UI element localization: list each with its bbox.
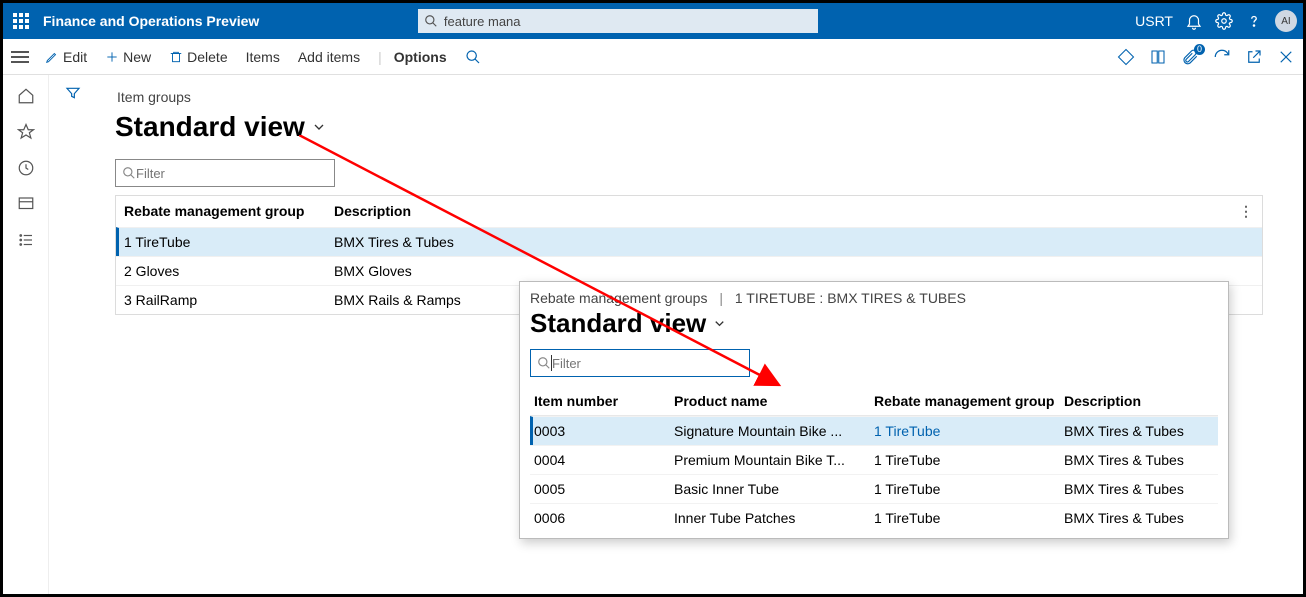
plus-icon [105,50,119,64]
cell-item: 0004 [534,452,674,468]
bell-icon[interactable] [1185,12,1203,30]
cell-group: 1 TireTube [124,234,334,250]
close-icon[interactable] [1277,48,1295,66]
options-button[interactable]: Options [394,49,447,65]
home-icon[interactable] [17,87,35,105]
crumb-parent[interactable]: Rebate management groups [530,290,707,306]
attachments-button[interactable]: 0 [1181,48,1199,66]
cell-item: 0003 [534,423,674,439]
new-button[interactable]: New [105,49,151,65]
crumb-sep: | [719,290,723,306]
modules-icon[interactable] [17,231,35,249]
cell-product: Signature Mountain Bike ... [674,423,874,439]
chevron-down-icon [311,119,327,135]
cell-group: 3 RailRamp [124,292,334,308]
workspace-icon[interactable] [17,195,35,213]
clock-icon[interactable] [17,159,35,177]
cell-product: Inner Tube Patches [674,510,874,526]
table-row[interactable]: 0003Signature Mountain Bike ...1 TireTub… [530,416,1218,445]
items-detail-popup: Rebate management groups | 1 TIRETUBE : … [519,281,1229,539]
cell-product: Basic Inner Tube [674,481,874,497]
grid-filter[interactable] [115,159,335,187]
edit-button[interactable]: Edit [45,49,87,65]
left-nav-rail [3,75,49,594]
popup-filter[interactable] [530,349,750,377]
col-group[interactable]: Rebate management group [124,203,334,220]
search-icon [122,166,136,180]
col-group[interactable]: Rebate management group [874,393,1064,409]
popup-filter-input[interactable] [552,356,743,371]
cell-desc: BMX Tires & Tubes [1064,510,1214,526]
divider: | [378,49,382,65]
cell-desc: BMX Gloves [334,263,1254,279]
search-icon [537,356,551,370]
global-search-input[interactable] [444,14,818,29]
items-button[interactable]: Items [246,49,280,65]
table-row[interactable]: 1 TireTubeBMX Tires & Tubes [116,227,1262,256]
col-item[interactable]: Item number [534,393,674,409]
cell-desc: BMX Tires & Tubes [334,234,1254,250]
diamond-icon[interactable] [1117,48,1135,66]
star-icon[interactable] [17,123,35,141]
grid-filter-input[interactable] [136,166,328,181]
app-launcher-icon[interactable] [9,9,33,33]
popup-view-name: Standard view [530,308,706,339]
cell-desc: BMX Tires & Tubes [1064,481,1214,497]
gear-icon[interactable] [1215,12,1233,30]
app-title: Finance and Operations Preview [43,13,259,29]
col-desc[interactable]: Description [334,203,1228,220]
global-header: Finance and Operations Preview USRT AI [3,3,1303,39]
table-row[interactable]: 0005Basic Inner Tube1 TireTubeBMX Tires … [530,474,1218,503]
refresh-icon[interactable] [1213,48,1231,66]
delete-button[interactable]: Delete [169,49,227,65]
chevron-down-icon [712,316,727,331]
cell-group: 1 TireTube [874,452,1064,468]
cell-item: 0006 [534,510,674,526]
table-row[interactable]: 0004Premium Mountain Bike T...1 TireTube… [530,445,1218,474]
pencil-icon [45,50,59,64]
table-row[interactable]: 0006Inner Tube Patches1 TireTubeBMX Tire… [530,503,1218,532]
search-icon [424,14,438,28]
nav-toggle-icon[interactable] [11,51,29,63]
cell-item: 0005 [534,481,674,497]
breadcrumb: Rebate management groups | 1 TIRETUBE : … [530,290,1218,306]
cell-group: 1 TireTube [874,510,1064,526]
global-search[interactable] [418,9,818,33]
crumb-current: 1 TIRETUBE : BMX TIRES & TUBES [735,290,966,306]
search-icon[interactable] [465,49,481,65]
items-grid: Item number Product name Rebate manageme… [530,387,1218,532]
book-icon[interactable] [1149,48,1167,66]
grid-overflow-icon[interactable]: ⋮ [1228,203,1254,220]
cell-desc: BMX Tires & Tubes [1064,423,1214,439]
col-desc[interactable]: Description [1064,393,1214,409]
view-selector[interactable]: Standard view [115,111,327,143]
avatar[interactable]: AI [1275,10,1297,32]
view-name: Standard view [115,111,305,143]
cell-product: Premium Mountain Bike T... [674,452,874,468]
trash-icon [169,50,183,64]
page-title: Item groups [117,89,191,105]
attachment-badge: 0 [1194,44,1205,55]
cell-group: 1 TireTube [874,481,1064,497]
col-product[interactable]: Product name [674,393,874,409]
popup-view-selector[interactable]: Standard view [530,308,1218,339]
funnel-icon[interactable] [65,85,81,101]
popout-icon[interactable] [1245,48,1263,66]
add-items-button[interactable]: Add items [298,49,360,65]
cell-group: 1 TireTube [874,423,1064,439]
user-code[interactable]: USRT [1135,13,1173,29]
help-icon[interactable] [1245,12,1263,30]
action-bar: Edit New Delete Items Add items | Option… [3,39,1303,75]
cell-desc: BMX Tires & Tubes [1064,452,1214,468]
cell-group: 2 Gloves [124,263,334,279]
